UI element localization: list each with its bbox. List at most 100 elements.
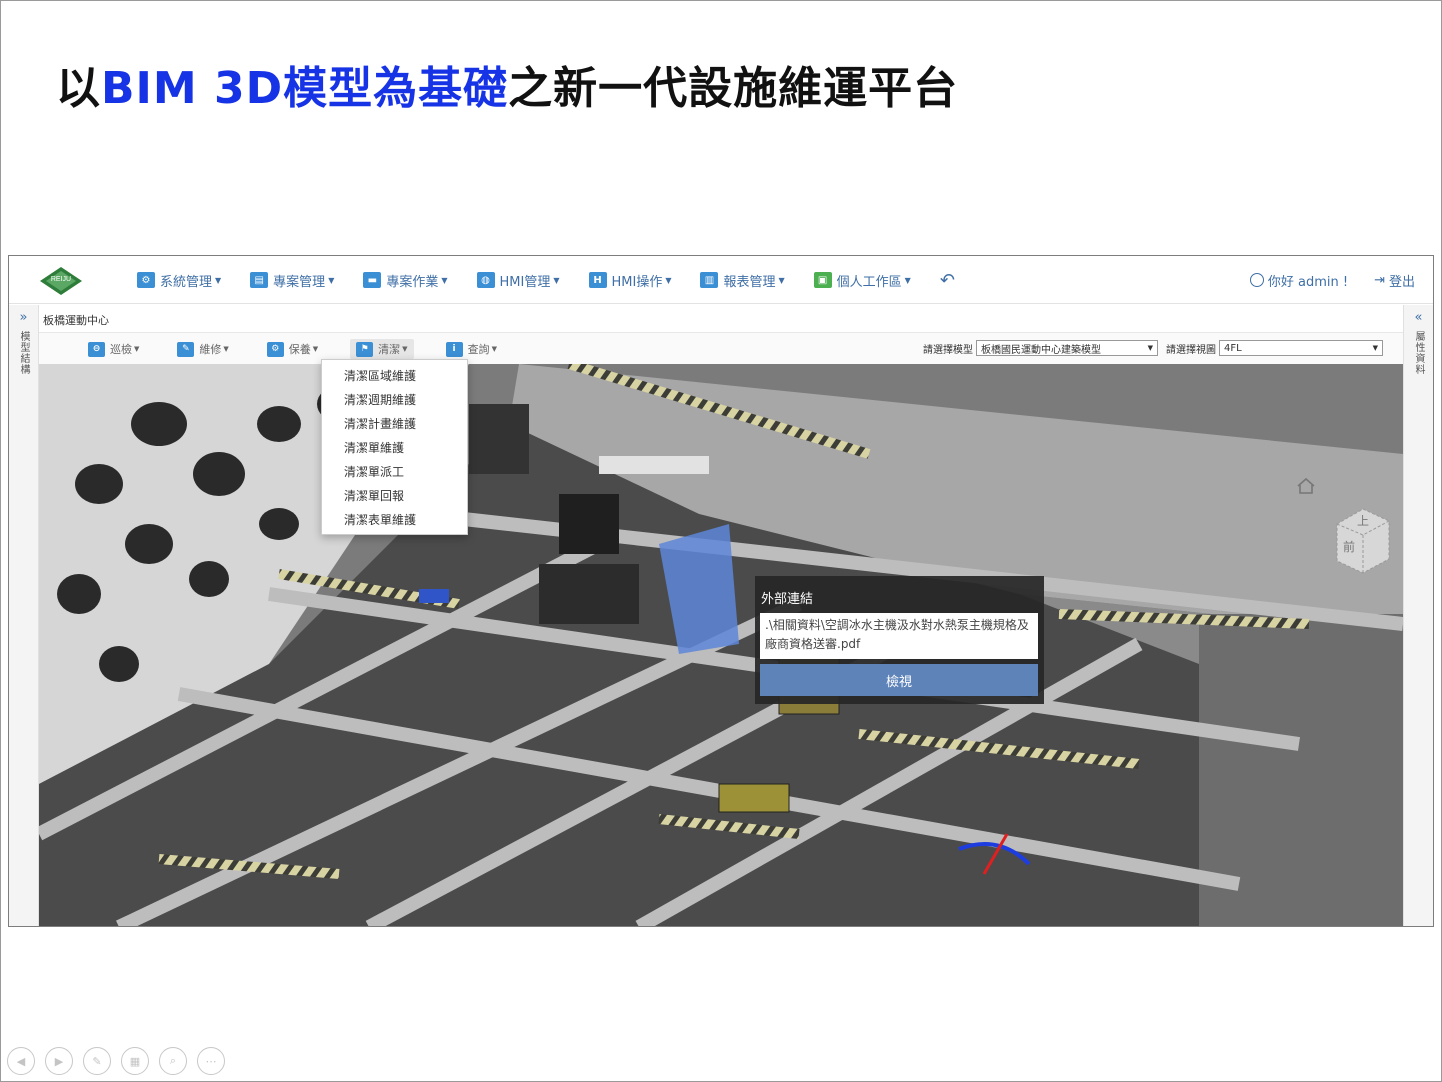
bim-model-render[interactable] xyxy=(39,364,1403,927)
nav-label: HMI管理 xyxy=(499,274,551,290)
caret-down-icon: ▼ xyxy=(1372,344,1378,352)
nav-report-admin[interactable]: ▥ 報表管理 ▼ xyxy=(700,271,785,290)
menu-item-cleaning-dispatch[interactable]: 清潔單派工 xyxy=(322,460,467,484)
menu-repair[interactable]: ✎ 維修 ▼ xyxy=(171,339,234,359)
viewcube-top-label: 上 xyxy=(1357,514,1369,528)
logout-label: 登出 xyxy=(1388,274,1415,290)
user-greeting[interactable]: 你好 admin ! xyxy=(1249,271,1349,290)
model-select-label: 請選擇模型 xyxy=(923,344,973,356)
nav-project-admin[interactable]: ▤ 專案管理 ▼ xyxy=(250,271,334,290)
menu-item-cleaning-area[interactable]: 清潔區域維護 xyxy=(322,364,467,388)
menu-label: 保養 xyxy=(288,343,311,356)
caret-down-icon: ▼ xyxy=(1147,344,1153,352)
caret-down-icon: ▼ xyxy=(778,275,785,285)
menu-cleaning[interactable]: ⚑ 清潔 ▼ xyxy=(350,339,414,359)
h-icon: H xyxy=(588,272,607,288)
menu-inspection[interactable]: ⊖ 巡檢 ▼ xyxy=(82,339,145,359)
caret-down-icon: ▼ xyxy=(904,275,911,285)
nav-label: 專案管理 xyxy=(273,274,326,290)
caret-down-icon: ▼ xyxy=(312,345,319,353)
breadcrumb: 板橋運動中心 xyxy=(43,314,109,327)
gear-icon: ⚙ xyxy=(137,272,155,288)
menu-item-cleaning-order[interactable]: 清潔單維護 xyxy=(322,436,467,460)
model-select-value: 板橋國民運動中心建築模型 xyxy=(981,344,1101,356)
left-panel-rail[interactable]: » 模型結構 xyxy=(9,305,39,926)
logout-icon: ⇥ xyxy=(1374,272,1385,288)
nav-label: 系統管理 xyxy=(160,274,213,290)
caret-down-icon: ▼ xyxy=(553,275,560,285)
document-icon: ▤ xyxy=(250,272,269,288)
menu-item-cleaning-form[interactable]: 清潔表單維護 xyxy=(322,508,467,532)
top-navbar: REIJU ⚙ 系統管理 ▼ ▤ 專案管理 ▼ ▬ 專案作業 ▼ ◍ HMI管理 ▼ H HMI操… xyxy=(9,256,1433,304)
menu-item-cleaning-plan[interactable]: 清潔計畫維護 xyxy=(322,412,467,436)
title-highlight: BIM 3D模型為基礎 xyxy=(101,63,509,114)
model-structure-tab[interactable]: 模型結構 xyxy=(16,331,31,375)
nav-project-ops[interactable]: ▬ 專案作業 ▼ xyxy=(363,271,448,290)
user-icon xyxy=(1249,273,1264,287)
more-icon[interactable]: ⋯ xyxy=(197,1047,225,1075)
caret-down-icon: ▼ xyxy=(441,275,448,285)
cleaning-dropdown-menu: 清潔區域維護 清潔週期維護 清潔計畫維護 清潔單維護 清潔單派工 清潔單回報 清… xyxy=(321,359,468,535)
nav-label: HMI操作 xyxy=(611,274,663,290)
prev-icon[interactable]: ◀ xyxy=(7,1047,35,1075)
zoom-icon[interactable]: ⌕ xyxy=(159,1047,187,1075)
model-select[interactable]: 板橋國民運動中心建築模型 ▼ xyxy=(976,340,1158,356)
wrench-icon: ✎ xyxy=(177,341,195,357)
minus-circle-icon: ⊖ xyxy=(88,341,105,357)
caret-down-icon: ▼ xyxy=(223,345,229,353)
viewcube-front-label: 前 xyxy=(1343,539,1355,554)
menu-label: 巡檢 xyxy=(110,343,132,356)
slides-icon[interactable]: ▦ xyxy=(121,1047,149,1075)
view-select-label: 請選擇視圖 xyxy=(1166,344,1216,356)
view-select[interactable]: 4FL ▼ xyxy=(1219,340,1383,356)
menu-maintenance[interactable]: ⚙ 保養 ▼ xyxy=(261,339,324,359)
popup-title: 外部連結 xyxy=(761,592,814,607)
app-window: REIJU ⚙ 系統管理 ▼ ▤ 專案管理 ▼ ▬ 專案作業 ▼ ◍ HMI管理 ▼ H HMI操… xyxy=(8,255,1434,927)
menu-item-cleaning-report[interactable]: 清潔單回報 xyxy=(322,484,467,508)
briefcase-icon: ▬ xyxy=(363,272,382,288)
next-icon[interactable]: ▶ xyxy=(45,1047,73,1075)
chart-icon: ▥ xyxy=(700,272,719,288)
pen-icon[interactable]: ✎ xyxy=(83,1047,111,1075)
company-logo[interactable]: REIJU xyxy=(39,266,83,296)
external-link-text[interactable]: .\相關資料\空調冰水主機汲水對水熱泵主機規格及廠商資格送審.pdf xyxy=(760,613,1038,659)
menu-label: 維修 xyxy=(199,343,222,356)
slide-title: 以BIM 3D模型為基礎之新一代設施維運平台 xyxy=(56,52,958,116)
nav-personal-workspace[interactable]: ▣ 個人工作區 ▼ xyxy=(813,271,911,290)
function-toolbar: ⊖ 巡檢 ▼ ✎ 維修 ▼ ⚙ 保養 ▼ ⚑ 清潔 ▼ i 查詢 ▼ 請選擇模型 板橋國民運動中心建… xyxy=(39,332,1403,364)
user-greeting-text: 你好 admin ! xyxy=(1267,274,1349,290)
nav-label: 專案作業 xyxy=(386,274,439,290)
undo-icon[interactable]: ↶ xyxy=(940,270,955,291)
menu-query[interactable]: i 查詢 ▼ xyxy=(440,339,503,359)
title-part2: 之新一代設施維運平台 xyxy=(508,63,959,114)
expand-chevron-icon[interactable]: » xyxy=(9,310,38,325)
title-part1: 以 xyxy=(56,63,101,114)
external-link-popup: 外部連結 .\相關資料\空調冰水主機汲水對水熱泵主機規格及廠商資格送審.pdf … xyxy=(755,576,1044,704)
flag-icon: ⚑ xyxy=(356,341,374,357)
logout-button[interactable]: ⇥ 登出 xyxy=(1374,271,1415,290)
viewcube[interactable]: 上 前 xyxy=(1327,499,1397,577)
menu-item-cleaning-cycle[interactable]: 清潔週期維護 xyxy=(322,388,467,412)
caret-down-icon: ▼ xyxy=(402,345,408,353)
nav-hmi-ops[interactable]: H HMI操作 ▼ xyxy=(588,271,671,290)
nav-hmi-admin[interactable]: ◍ HMI管理 ▼ xyxy=(476,271,560,290)
properties-tab[interactable]: 屬性資料 xyxy=(1411,331,1426,375)
menu-label: 查詢 xyxy=(467,343,490,356)
caret-down-icon: ▼ xyxy=(491,345,497,353)
logo-text: REIJU xyxy=(51,276,71,283)
nav-system-admin[interactable]: ⚙ 系統管理 ▼ xyxy=(137,271,221,290)
view-select-value: 4FL xyxy=(1224,342,1242,354)
nav-label: 報表管理 xyxy=(723,274,776,290)
globe-icon: ◍ xyxy=(476,272,495,288)
bim-3d-viewport[interactable]: i 上 前 xyxy=(39,364,1403,927)
right-panel-rail[interactable]: « 屬性資料 xyxy=(1403,305,1433,926)
view-button[interactable]: 檢視 xyxy=(760,664,1038,696)
caret-down-icon: ▼ xyxy=(134,345,140,353)
lock-icon: ▣ xyxy=(813,272,832,288)
info-icon: i xyxy=(445,341,463,357)
gear-icon: ⚙ xyxy=(266,341,284,357)
presentation-controls: ◀ ▶ ✎ ▦ ⌕ ⋯ xyxy=(7,1047,235,1075)
home-icon[interactable] xyxy=(1296,477,1316,495)
expand-chevron-icon[interactable]: « xyxy=(1404,310,1433,325)
menu-label: 清潔 xyxy=(378,343,401,356)
